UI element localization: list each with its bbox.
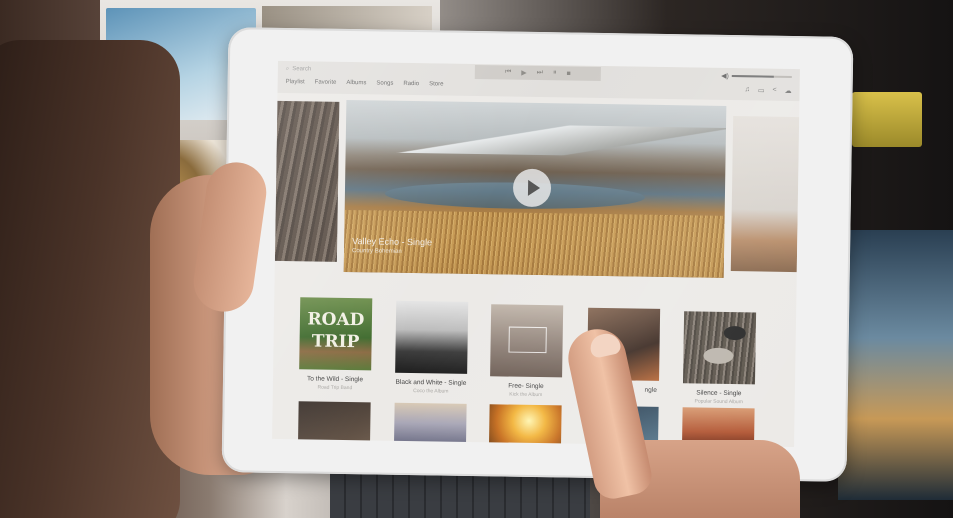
photo: ⌕ Search Playlist Favorite Albums Songs …	[0, 0, 953, 518]
nav-tabs: Playlist Favorite Albums Songs Radio Sto…	[286, 79, 444, 87]
album-title: Free- Single	[508, 382, 544, 391]
album-card[interactable]: Free- Single Kick the Album	[490, 304, 564, 399]
hero-banner[interactable]: Valley Echo - Single Country Bohemian	[343, 99, 727, 278]
album-card[interactable]	[394, 402, 467, 444]
speaker-icon: ◀)	[721, 72, 729, 80]
album-title: To the Wild - Single	[306, 375, 364, 384]
cover-hexagon	[508, 326, 547, 354]
stop-icon[interactable]: ■	[566, 70, 570, 77]
album-artist: Coco the Album	[413, 388, 449, 395]
album-card[interactable]: ROAD TRIP To the Wild - Single Road Trip…	[299, 297, 373, 392]
next-icon[interactable]: ⏭	[537, 69, 543, 77]
cloud-icon[interactable]: ☁	[785, 87, 792, 95]
cover-text: TRIP	[311, 331, 360, 353]
tablet-screen: ⌕ Search Playlist Favorite Albums Songs …	[272, 60, 800, 448]
album-cover	[395, 300, 469, 374]
album-cover	[682, 311, 757, 385]
album-card[interactable]	[298, 401, 371, 443]
search-icon: ⌕	[285, 65, 290, 72]
album-artist: Kick the Album	[509, 391, 543, 399]
background-monitor	[838, 230, 953, 500]
music-note-icon[interactable]: ♫	[745, 86, 750, 94]
toolbar-icons: ♫ ▭ < ☁	[745, 86, 792, 95]
tab-favorite[interactable]: Favorite	[315, 79, 337, 85]
search-placeholder: Search	[292, 66, 312, 73]
album-cover: ROAD TRIP	[299, 297, 373, 371]
tab-playlist[interactable]: Playlist	[286, 79, 305, 85]
play-icon	[527, 179, 540, 197]
volume-control: ◀)	[721, 72, 792, 81]
album-grid: ROAD TRIP To the Wild - Single Road Trip…	[272, 283, 796, 448]
album-card[interactable]	[489, 404, 562, 446]
pause-icon[interactable]: ⏸	[553, 69, 557, 77]
album-title: Silence - Single	[696, 389, 742, 398]
album-artist: Road Trip Band	[317, 384, 353, 392]
album-card[interactable]: Silence - Single Popular Sound Album	[682, 311, 757, 406]
share-icon[interactable]: <	[772, 87, 776, 95]
tab-songs[interactable]: Songs	[376, 80, 393, 86]
cover-stone	[703, 347, 734, 365]
tablet: ⌕ Search Playlist Favorite Albums Songs …	[221, 27, 854, 482]
hero-mountains	[345, 121, 727, 158]
background-object	[852, 92, 922, 147]
previous-icon[interactable]: ⏮	[505, 68, 511, 76]
album-title: Black and White - Single	[395, 378, 467, 387]
album-cover	[490, 304, 564, 378]
album-card[interactable]: Black and White - Single Coco the Album	[395, 300, 469, 395]
play-icon[interactable]: ▶	[521, 69, 527, 77]
volume-slider[interactable]	[731, 75, 792, 78]
hero-subtitle: Country Bohemian	[351, 248, 402, 255]
player-controls: ⏮ ▶ ⏭ ⏸ ■	[474, 64, 601, 81]
hero-prev-slide[interactable]	[274, 100, 340, 262]
search-input[interactable]: ⌕ Search	[286, 65, 366, 74]
hero-next-slide[interactable]	[730, 116, 800, 273]
cover-text: ROAD	[307, 309, 365, 331]
tab-radio[interactable]: Radio	[403, 81, 419, 87]
top-bar: ⌕ Search Playlist Favorite Albums Songs …	[277, 60, 800, 102]
tab-albums[interactable]: Albums	[346, 80, 366, 86]
cover-stone	[723, 325, 746, 341]
tab-store[interactable]: Store	[429, 81, 443, 87]
volume-fill	[731, 75, 774, 78]
album-artist: Popular Sound Album	[694, 398, 743, 406]
hero-title: Valley Echo - Single	[352, 236, 433, 248]
chat-icon[interactable]: ▭	[758, 86, 765, 94]
